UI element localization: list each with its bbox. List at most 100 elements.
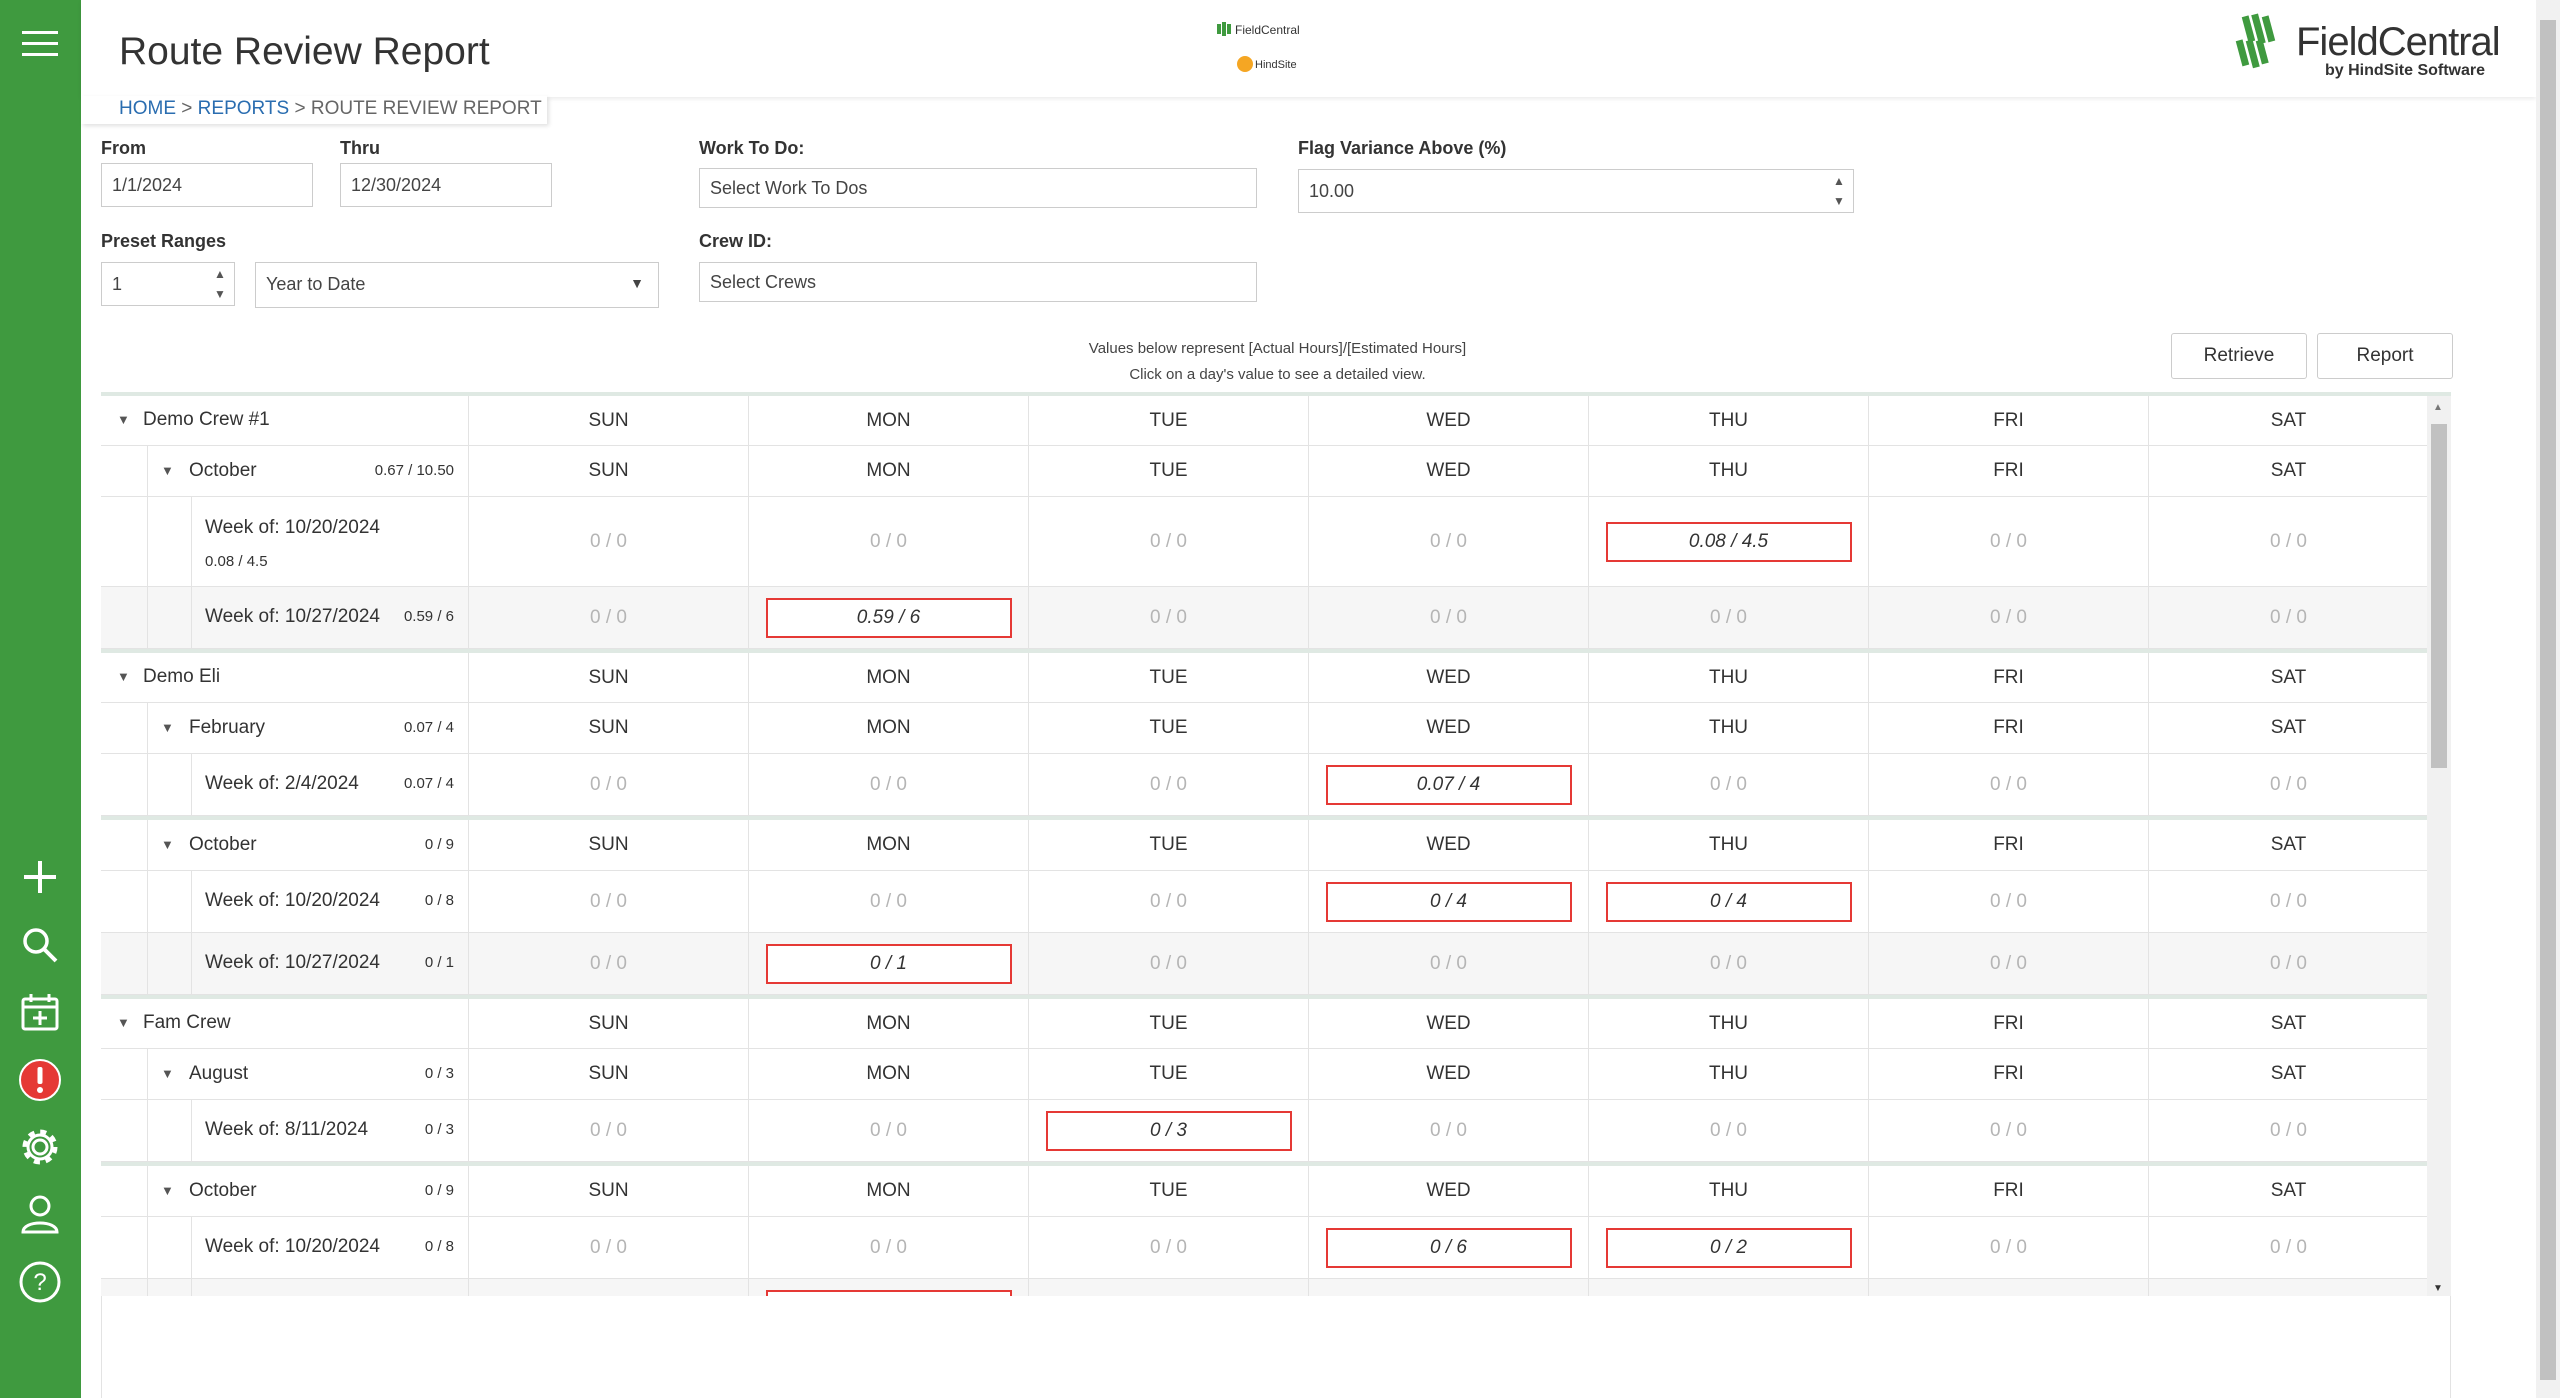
day-value-cell[interactable]	[2149, 1279, 2429, 1296]
day-value-cell[interactable]: 0 / 0	[469, 1100, 749, 1161]
flagged-value[interactable]: 0.59 / 6	[765, 597, 1012, 638]
day-value-cell[interactable]: 0 / 0	[1589, 754, 1869, 815]
spin-up-icon[interactable]: ▲	[1833, 174, 1845, 188]
work-to-do-select[interactable]: Select Work To Dos	[699, 168, 1257, 208]
page-scrollbar-thumb[interactable]	[2540, 20, 2556, 1380]
day-value-cell[interactable]: 0 / 0	[1869, 754, 2149, 815]
day-value-cell[interactable]: 0 / 3	[1029, 1100, 1309, 1161]
day-value-cell[interactable]: 0 / 4	[1309, 871, 1589, 932]
flagged-value[interactable]: 0 / 6	[1325, 1227, 1572, 1268]
day-value-cell[interactable]: 0.08 / 4.5	[1589, 497, 1869, 586]
day-value-cell[interactable]: 0 / 0	[1589, 933, 1869, 994]
day-value-cell[interactable]	[1029, 1279, 1309, 1296]
scroll-up-icon[interactable]: ▲	[2433, 402, 2443, 413]
from-date-input[interactable]: 1/1/2024	[101, 163, 313, 207]
report-button[interactable]: Report	[2317, 333, 2453, 379]
spin-down-icon[interactable]: ▼	[214, 287, 226, 301]
collapse-toggle-icon[interactable]: ▼	[161, 720, 174, 735]
day-value-cell[interactable]: 0 / 0	[1869, 871, 2149, 932]
breadcrumb-home[interactable]: HOME	[119, 98, 176, 119]
alert-icon[interactable]	[14, 1054, 66, 1106]
day-value-cell[interactable]: 0 / 0	[469, 871, 749, 932]
day-value-cell[interactable]	[1869, 1279, 2149, 1296]
search-icon[interactable]	[14, 919, 66, 971]
day-value-cell[interactable]	[1589, 1279, 1869, 1296]
day-value-cell[interactable]: 0 / 0	[469, 497, 749, 586]
calendar-add-icon[interactable]	[14, 986, 66, 1038]
grid-scrollbar-thumb[interactable]	[2431, 424, 2447, 768]
day-value-cell[interactable]: 0 / 0	[2149, 871, 2429, 932]
flag-variance-input[interactable]: 10.00 ▲ ▼	[1298, 169, 1854, 213]
flag-variance-spinner[interactable]: ▲ ▼	[1829, 174, 1849, 208]
flagged-value[interactable]: 0 / 3	[1045, 1110, 1292, 1151]
flagged-value[interactable]: 0 / 2	[1605, 1227, 1852, 1268]
collapse-toggle-icon[interactable]: ▼	[161, 463, 174, 478]
day-value-cell[interactable]: 0 / 0	[1029, 933, 1309, 994]
page-scrollbar[interactable]	[2536, 0, 2560, 1398]
flagged-value[interactable]: 0 / 4	[1605, 881, 1852, 922]
day-value-cell[interactable]: 0 / 0	[1589, 1100, 1869, 1161]
collapse-toggle-icon[interactable]: ▼	[117, 412, 130, 427]
day-value-cell[interactable]: 0 / 0	[2149, 1217, 2429, 1278]
day-value-cell[interactable]: 0 / 0	[1309, 933, 1589, 994]
day-value-cell[interactable]: 0 / 0	[2149, 933, 2429, 994]
day-value-cell[interactable]: 0 / 0	[2149, 1100, 2429, 1161]
day-value-cell[interactable]: 0 / 0	[1869, 587, 2149, 648]
day-value-cell[interactable]: 0 / 0	[469, 754, 749, 815]
flagged-value[interactable]: 0 / 4	[1325, 881, 1572, 922]
day-value-cell[interactable]: 0 / 0	[1029, 871, 1309, 932]
day-value-cell[interactable]: 0 / 0	[2149, 754, 2429, 815]
menu-icon[interactable]	[14, 18, 66, 70]
preset-count-spinner[interactable]: ▲ ▼	[210, 267, 230, 301]
day-value-cell[interactable]: 0 / 0	[469, 587, 749, 648]
day-value-cell[interactable]: 0 / 0	[749, 754, 1029, 815]
day-value-cell[interactable]: 0 / 0	[1029, 587, 1309, 648]
day-value-cell[interactable]: 0 / 0	[749, 1217, 1029, 1278]
flagged-value[interactable]: 0.07 / 4	[1325, 764, 1572, 805]
day-value-cell[interactable]: 0 / 4	[1589, 871, 1869, 932]
preset-range-select[interactable]: Year to Date ▼	[255, 262, 659, 308]
collapse-toggle-icon[interactable]: ▼	[161, 837, 174, 852]
collapse-toggle-icon[interactable]: ▼	[117, 669, 130, 684]
day-value-cell[interactable]: 0 / 0	[1869, 497, 2149, 586]
day-value-cell[interactable]: 0 / 0	[749, 497, 1029, 586]
grid-scrollbar[interactable]: ▲ ▼	[2427, 396, 2451, 1296]
breadcrumb-reports[interactable]: REPORTS	[198, 98, 290, 119]
day-value-cell[interactable]: 0 / 0	[1029, 497, 1309, 586]
day-value-cell[interactable]: 0 / 0	[2149, 497, 2429, 586]
day-value-cell[interactable]: 0 / 0	[469, 1217, 749, 1278]
day-value-cell[interactable]: 0 / 0	[1029, 1217, 1309, 1278]
day-value-cell[interactable]: 0 / 0	[749, 1100, 1029, 1161]
flagged-value[interactable]: 0 / 1	[765, 943, 1012, 984]
flagged-value[interactable]: 0.08 / 4.5	[1605, 521, 1852, 562]
day-value-cell[interactable]: 0 / 0	[1309, 1100, 1589, 1161]
thru-date-input[interactable]: 12/30/2024	[340, 163, 552, 207]
user-icon[interactable]	[14, 1188, 66, 1240]
day-value-cell[interactable]: 0 / 0	[1589, 587, 1869, 648]
day-value-cell[interactable]	[749, 1279, 1029, 1296]
day-value-cell[interactable]: 0 / 0	[1029, 754, 1309, 815]
day-value-cell[interactable]: 0 / 0	[2149, 587, 2429, 648]
add-icon[interactable]	[14, 851, 66, 903]
preset-count-input[interactable]: 1 ▲ ▼	[101, 262, 235, 306]
day-value-cell[interactable]: 0 / 2	[1589, 1217, 1869, 1278]
day-value-cell[interactable]: 0 / 1	[749, 933, 1029, 994]
day-value-cell[interactable]: 0 / 0	[1309, 497, 1589, 586]
day-value-cell[interactable]: 0 / 0	[1869, 1217, 2149, 1278]
day-value-cell[interactable]: 0 / 0	[749, 871, 1029, 932]
spin-up-icon[interactable]: ▲	[214, 267, 226, 281]
day-value-cell[interactable]	[1309, 1279, 1589, 1296]
crew-id-select[interactable]: Select Crews	[699, 262, 1257, 302]
day-value-cell[interactable]	[469, 1279, 749, 1296]
day-value-cell[interactable]: 0.59 / 6	[749, 587, 1029, 648]
day-value-cell[interactable]: 0 / 0	[469, 933, 749, 994]
day-value-cell[interactable]: 0 / 0	[1869, 933, 2149, 994]
day-value-cell[interactable]: 0.07 / 4	[1309, 754, 1589, 815]
day-value-cell[interactable]: 0 / 0	[1869, 1100, 2149, 1161]
retrieve-button[interactable]: Retrieve	[2171, 333, 2307, 379]
help-icon[interactable]: ?	[14, 1256, 66, 1308]
collapse-toggle-icon[interactable]: ▼	[161, 1183, 174, 1198]
scroll-down-icon[interactable]: ▼	[2433, 1283, 2443, 1294]
collapse-toggle-icon[interactable]: ▼	[117, 1015, 130, 1030]
collapse-toggle-icon[interactable]: ▼	[161, 1066, 174, 1081]
